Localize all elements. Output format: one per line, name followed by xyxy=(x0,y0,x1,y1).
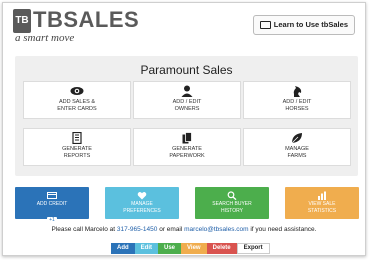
manage-preferences-button[interactable]: MANAGE PREFERENCES xyxy=(105,187,179,219)
tile-label-line2: PAPERWORK xyxy=(169,153,205,159)
logo-text: TBSALES xyxy=(33,7,140,32)
tile-label-line2: OWNERS xyxy=(174,106,200,112)
learn-to-use-button[interactable]: Learn to Use tbSales xyxy=(252,15,355,35)
tile-label-line1: ADD SALES & xyxy=(58,99,96,105)
legend-delete: Delete xyxy=(206,243,237,254)
page-title: Paramount Sales xyxy=(140,63,233,77)
tile-label-line2: HORSES xyxy=(285,106,309,112)
tile-label-line1: ADD / EDIT xyxy=(172,99,202,105)
logo-mark: TB xyxy=(13,9,31,33)
tile-label-line2: ENTER CARDS xyxy=(57,106,97,112)
credit-card-icon xyxy=(47,192,57,199)
monitor-icon xyxy=(259,21,271,29)
contact-line: Please call Marcelo at 317-965-1450 or e… xyxy=(3,226,365,233)
search-icon xyxy=(227,191,237,200)
credit-badge: +1 xyxy=(47,216,57,223)
tile-add-sales[interactable]: ADD SALES & ENTER CARDS xyxy=(23,81,131,119)
legend-bar: Add Edit Use View Delete Export xyxy=(111,243,270,254)
legend-export: Export xyxy=(236,243,270,254)
eye-icon xyxy=(70,87,84,95)
leaf-icon xyxy=(291,133,302,144)
learn-to-use-label: Learn to Use tbSales xyxy=(273,20,348,29)
user-icon xyxy=(181,85,193,97)
tile-label-line1: ADD / EDIT xyxy=(282,99,312,105)
contact-middle: or email xyxy=(159,226,183,233)
contact-suffix: if you need assistance. xyxy=(250,226,317,233)
search-buyer-label-line2: HISTORY xyxy=(220,207,244,214)
add-credit-button[interactable]: ADD CREDIT +1 xyxy=(15,187,89,223)
heart-icon xyxy=(137,191,147,200)
statistics-icon xyxy=(318,191,326,200)
legend-view: View xyxy=(181,243,207,254)
paperwork-icon xyxy=(182,132,192,144)
phone-link[interactable]: 317-965-1450 xyxy=(117,226,157,233)
app-window: TB TBSALES a smart move Learn to Use tbS… xyxy=(2,2,366,256)
view-sale-statistics-button[interactable]: VIEW SALE STATISTICS xyxy=(285,187,359,219)
main-panel: Paramount Sales ADD SALES & ENTER CARDS … xyxy=(15,56,358,176)
horse-icon xyxy=(293,86,302,97)
legend-use: Use xyxy=(158,243,182,254)
search-buyer-history-button[interactable]: SEARCH BUYER HISTORY xyxy=(195,187,269,219)
tile-label-line1: GENERATE xyxy=(172,146,202,152)
preferences-label-line2: PREFERENCES xyxy=(123,207,161,214)
tile-farms[interactable]: MANAGE FARMS xyxy=(243,128,351,166)
contact-prefix: Please call Marcelo at xyxy=(51,226,116,233)
report-icon xyxy=(72,132,82,144)
tile-label-line1: MANAGE xyxy=(285,146,309,152)
tile-owners[interactable]: ADD / EDIT OWNERS xyxy=(133,81,241,119)
email-link[interactable]: marcelo@tbsales.com xyxy=(184,226,248,233)
tile-label-line2: REPORTS xyxy=(63,153,91,159)
logo-tagline: a smart move xyxy=(15,32,75,44)
legend-edit: Edit xyxy=(134,243,159,254)
tile-label-line1: GENERATE xyxy=(62,146,92,152)
legend-add: Add xyxy=(111,243,135,254)
statistics-label-line2: STATISTICS xyxy=(307,207,337,214)
tile-paperwork[interactable]: GENERATE PAPERWORK xyxy=(133,128,241,166)
tile-reports[interactable]: GENERATE REPORTS xyxy=(23,128,131,166)
tile-label-line2: FARMS xyxy=(287,153,307,159)
add-credit-label: ADD CREDIT xyxy=(36,201,68,207)
tbsales-logo[interactable]: TB TBSALES a smart move xyxy=(13,8,139,45)
tile-horses[interactable]: ADD / EDIT HORSES xyxy=(243,81,351,119)
